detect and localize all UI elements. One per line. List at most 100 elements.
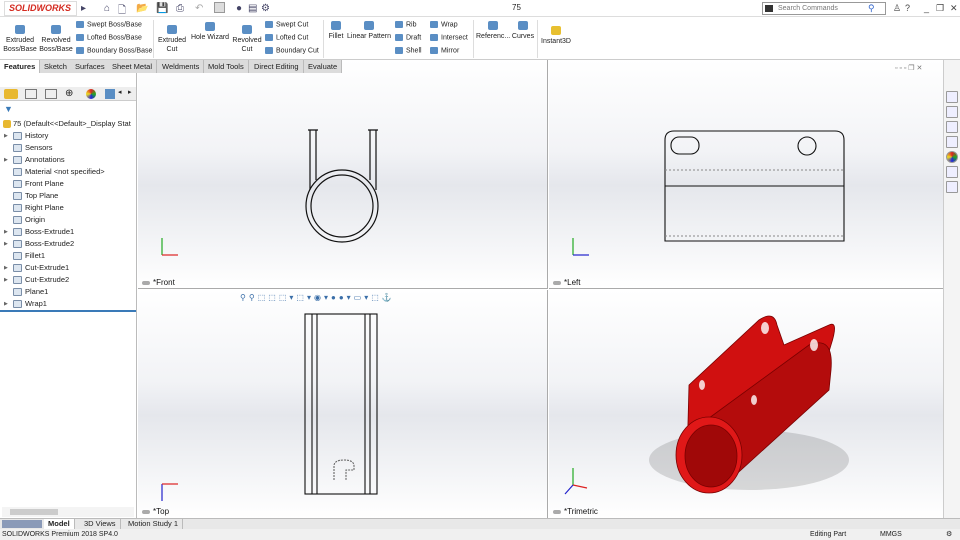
fillet-button[interactable]: Fillet <box>326 21 346 41</box>
separator <box>537 20 538 58</box>
tab-3d-views[interactable]: 3D Views <box>80 519 121 529</box>
viewport-trimetric[interactable]: *Trimetric <box>549 290 943 518</box>
separator <box>323 20 324 58</box>
boundary-boss-button[interactable]: Boundary Boss/Base <box>76 47 152 54</box>
curves-button[interactable]: Curves <box>511 21 535 41</box>
scroll-left-icon[interactable]: ◂ <box>118 88 122 96</box>
viewport-front[interactable]: *Front <box>138 60 548 289</box>
help-icon[interactable]: ? <box>905 3 910 13</box>
feature-icon <box>13 300 22 308</box>
expand-arrow-icon[interactable]: ▶ <box>4 238 8 250</box>
undo-icon[interactable]: ↶ <box>195 3 203 14</box>
horizontal-scrollbar[interactable] <box>2 507 134 517</box>
boundary-cut-button[interactable]: Boundary Cut <box>265 47 319 54</box>
tab-weldments[interactable]: Weldments <box>158 60 204 73</box>
tab-surfaces[interactable]: Surfaces <box>71 60 110 73</box>
wrap-button[interactable]: Wrap <box>430 21 458 28</box>
feature-icon <box>13 240 22 248</box>
extruded-boss-button[interactable]: Extruded Boss/Base <box>3 25 37 54</box>
appearances-icon[interactable] <box>946 151 958 163</box>
revolved-cut-button[interactable]: Revolved Cut <box>232 25 262 54</box>
tab-evaluate[interactable]: Evaluate <box>304 60 342 73</box>
view-palette-icon[interactable] <box>946 136 958 148</box>
title-bar: SOLIDWORKS ▸ ⌂ 🗋 📂 💾 ⎙ ↶ ● ▤ ⚙ 75 Search… <box>0 0 960 17</box>
linear-pattern-button[interactable]: Linear Pattern <box>347 21 391 41</box>
scroll-right-icon[interactable]: ▸ <box>128 88 132 96</box>
lofted-cut-button[interactable]: Lofted Cut <box>265 34 308 41</box>
save-icon[interactable]: 💾 <box>156 3 168 14</box>
solidworks-forum-icon[interactable] <box>946 181 958 193</box>
revolved-boss-button[interactable]: Revolved Boss/Base <box>39 25 73 54</box>
search-icon[interactable]: ⚲ <box>868 3 875 14</box>
expand-arrow-icon[interactable]: ▶ <box>4 298 8 310</box>
version-text: SOLIDWORKS Premium 2018 SP4.0 <box>2 529 118 540</box>
rollback-bar[interactable] <box>0 310 136 312</box>
feature-icon <box>13 264 22 272</box>
settings-icon[interactable]: ⚙ <box>946 529 952 540</box>
hole-wizard-button[interactable]: Hole Wizard <box>190 22 230 42</box>
display-manager-tab-icon[interactable] <box>86 89 96 99</box>
tab-sheet-metal[interactable]: Sheet Metal <box>108 60 157 73</box>
expand-arrow-icon[interactable]: ▶ <box>4 154 8 166</box>
feature-manager-tab-icon[interactable] <box>4 89 18 99</box>
units-selector[interactable]: MMGS <box>880 529 902 540</box>
tab-mold-tools[interactable]: Mold Tools <box>204 60 249 73</box>
rebuild-icon[interactable]: ● <box>236 3 242 14</box>
lofted-boss-button[interactable]: Lofted Boss/Base <box>76 34 142 41</box>
feature-icon <box>13 204 22 212</box>
expand-arrow-icon[interactable]: ▶ <box>4 226 8 238</box>
minimize-button[interactable]: _ <box>924 3 929 13</box>
select-icon[interactable] <box>214 2 225 13</box>
open-icon[interactable]: 📂 <box>136 3 148 14</box>
tab-scroll-arrows[interactable] <box>2 520 42 528</box>
file-explorer-icon[interactable] <box>946 121 958 133</box>
panel-tabs: ⊕ ◂ ▸ <box>0 87 136 101</box>
reference-geometry-button[interactable]: Referenc... <box>476 21 510 41</box>
custom-properties-icon[interactable] <box>946 166 958 178</box>
solidworks-resources-icon[interactable] <box>946 91 958 103</box>
mirror-button[interactable]: Mirror <box>430 47 459 54</box>
shell-button[interactable]: Shell <box>395 47 422 54</box>
feature-manager-panel: ⊕ ◂ ▸ ▼ 75 (Default<<Default>_Display St… <box>0 73 137 518</box>
expand-arrow-icon[interactable]: ▶ <box>4 274 8 286</box>
expand-arrow-icon[interactable]: ▶ <box>4 262 8 274</box>
expand-menu-icon[interactable]: ▸ <box>81 3 86 14</box>
feature-icon <box>13 192 22 200</box>
property-manager-tab-icon[interactable] <box>25 89 37 99</box>
feature-icon <box>13 144 22 152</box>
swept-boss-button[interactable]: Swept Boss/Base <box>76 21 142 28</box>
viewport-left[interactable]: *Left ▫ ▫ ▫ ❐ ✕ <box>549 60 943 289</box>
viewport-top[interactable]: ⚲⚲⬚⬚⬚▾⬚▾◉▾●●▾▭▾⬚⚓ *Top <box>138 290 548 518</box>
feature-icon <box>13 156 22 164</box>
tab-model[interactable]: Model <box>44 519 75 529</box>
tab-sketch[interactable]: Sketch <box>40 60 72 73</box>
close-button[interactable]: ✕ <box>950 3 958 14</box>
cam-tab-icon[interactable] <box>105 89 115 99</box>
separator <box>153 20 154 58</box>
left-view-drawing <box>549 60 943 289</box>
part-icon <box>3 120 11 128</box>
design-library-icon[interactable] <box>946 106 958 118</box>
tab-direct-editing[interactable]: Direct Editing <box>250 60 304 73</box>
solidworks-logo[interactable]: SOLIDWORKS <box>4 1 77 16</box>
configuration-manager-tab-icon[interactable] <box>45 89 57 99</box>
tab-features[interactable]: Features <box>0 60 40 73</box>
instant3d-button[interactable]: Instant3D <box>539 26 573 46</box>
feature-icon <box>13 132 22 140</box>
draft-button[interactable]: Draft <box>395 34 421 41</box>
expand-arrow-icon[interactable]: ▶ <box>4 130 8 142</box>
extruded-cut-button[interactable]: Extruded Cut <box>157 25 187 54</box>
dimxpert-tab-icon[interactable]: ⊕ <box>65 88 73 99</box>
print-icon[interactable]: ⎙ <box>176 3 184 14</box>
user-icon[interactable]: ♙ <box>893 3 901 14</box>
file-properties-icon[interactable]: ▤ <box>248 3 257 14</box>
options-gear-icon[interactable]: ⚙ <box>261 3 270 14</box>
restore-button[interactable]: ❐ <box>936 3 944 14</box>
swept-cut-button[interactable]: Swept Cut <box>265 21 308 28</box>
intersect-button[interactable]: Intersect <box>430 34 468 41</box>
rib-button[interactable]: Rib <box>395 21 417 28</box>
viewport-window-controls[interactable]: ▫ ▫ ▫ ❐ ✕ <box>895 64 922 72</box>
filter-icon[interactable]: ▼ <box>4 104 13 114</box>
tab-motion-study-1[interactable]: Motion Study 1 <box>124 519 183 529</box>
home-icon[interactable]: ⌂ <box>104 3 110 14</box>
